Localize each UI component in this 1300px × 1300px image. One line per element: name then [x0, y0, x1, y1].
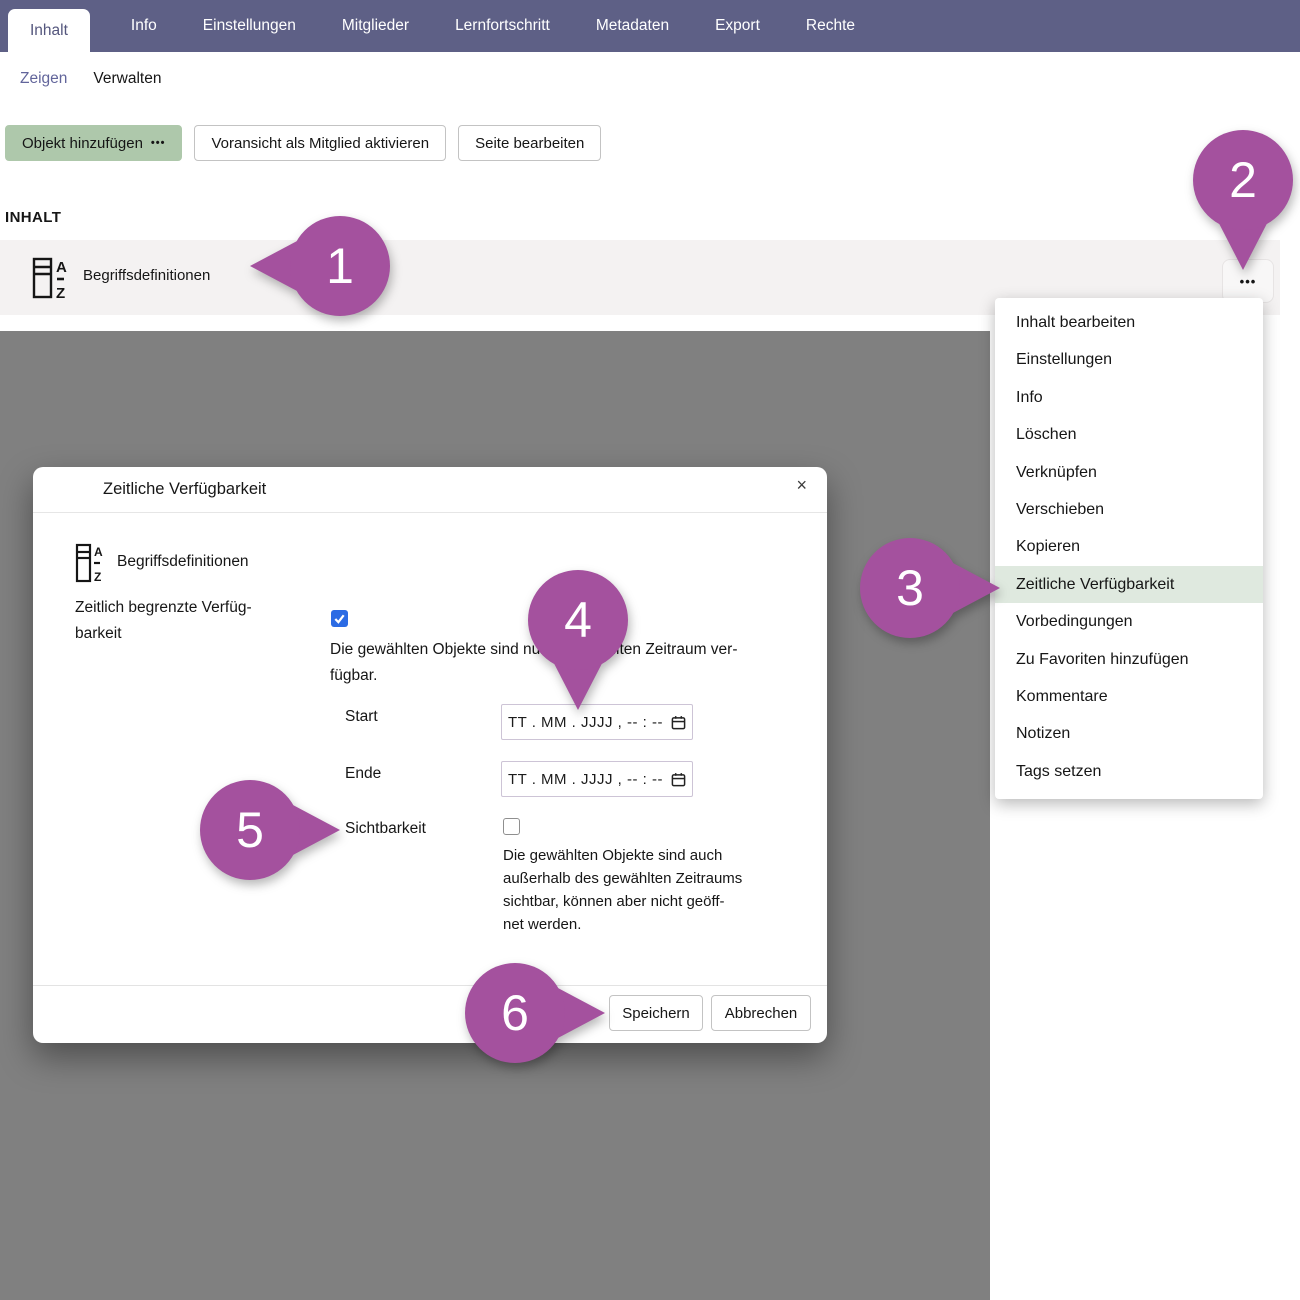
svg-text:A: A	[94, 545, 103, 559]
availability-modal: Zeitliche Verfügbarkeit × A Z Begriffsde…	[33, 467, 827, 1043]
svg-text:A: A	[56, 259, 67, 276]
visibility-label: Sichtbarkeit	[345, 820, 426, 838]
modal-footer: Speichern Abbrechen	[33, 985, 827, 1044]
save-button[interactable]: Speichern	[609, 995, 703, 1031]
menu-item-verknuepfen[interactable]: Verknüpfen	[995, 454, 1263, 491]
modal-title: Zeitliche Verfügbarkeit	[103, 480, 266, 499]
cancel-button[interactable]: Abbrechen	[711, 995, 811, 1031]
visibility-caption: Die gewählten Objekte sind auch außerhal…	[503, 844, 742, 936]
tab-inhalt[interactable]: Inhalt	[8, 9, 90, 52]
availability-caption: Die gewählten Objekte sind nur im gewähl…	[330, 637, 738, 689]
page: Inhalt Info Einstellungen Mitglieder Ler…	[0, 0, 1300, 1300]
menu-item-zeitliche-verfuegbarkeit[interactable]: Zeitliche Verfügbarkeit	[995, 566, 1263, 603]
ellipsis-icon: •••	[1240, 274, 1257, 289]
menu-item-info[interactable]: Info	[995, 379, 1263, 416]
calendar-icon	[671, 772, 686, 787]
ellipsis-icon: •••	[151, 137, 166, 149]
tab-lernfortschritt[interactable]: Lernfortschritt	[432, 0, 573, 52]
content-section-title: INHALT	[5, 209, 61, 226]
close-icon[interactable]: ×	[796, 476, 807, 494]
availability-field-label: Zeitlich begrenzte Verfüg- barkeit	[75, 595, 252, 647]
sub-nav: Zeigen Verwalten	[20, 70, 161, 88]
menu-item-kopieren[interactable]: Kopieren	[995, 528, 1263, 565]
tab-metadaten[interactable]: Metadaten	[573, 0, 692, 52]
modal-object-name: Begriffsdefinitionen	[117, 553, 249, 571]
ende-label: Ende	[345, 765, 381, 783]
menu-item-kommentare[interactable]: Kommentare	[995, 678, 1263, 715]
svg-text:Z: Z	[94, 570, 101, 584]
tab-einstellungen[interactable]: Einstellungen	[180, 0, 319, 52]
list-item-title-link[interactable]: Begriffsdefinitionen	[83, 267, 210, 284]
menu-item-notizen[interactable]: Notizen	[995, 715, 1263, 752]
svg-text:2: 2	[1229, 152, 1257, 208]
menu-item-tags-setzen[interactable]: Tags setzen	[995, 753, 1263, 790]
menu-item-einstellungen[interactable]: Einstellungen	[995, 341, 1263, 378]
tab-mitglieder[interactable]: Mitglieder	[319, 0, 432, 52]
menu-item-zu-favoriten[interactable]: Zu Favoriten hinzufügen	[995, 641, 1263, 678]
visibility-checkbox[interactable]	[503, 818, 520, 835]
calendar-icon	[671, 715, 686, 730]
add-object-label: Objekt hinzufügen	[22, 135, 143, 152]
availability-checkbox[interactable]	[331, 610, 348, 627]
glossary-icon: A Z	[32, 255, 76, 305]
modal-header: Zeitliche Verfügbarkeit ×	[33, 467, 827, 513]
menu-item-verschieben[interactable]: Verschieben	[995, 491, 1263, 528]
menu-item-vorbedingungen[interactable]: Vorbedingungen	[995, 603, 1263, 640]
item-actions-menu: Inhalt bearbeiten Einstellungen Info Lös…	[995, 298, 1263, 799]
tab-info[interactable]: Info	[108, 0, 180, 52]
toolbar: Objekt hinzufügen ••• Voransicht als Mit…	[5, 125, 601, 161]
add-object-button[interactable]: Objekt hinzufügen •••	[5, 125, 182, 161]
subnav-verwalten-link[interactable]: Verwalten	[93, 70, 161, 88]
check-icon	[333, 612, 346, 625]
preview-as-member-button[interactable]: Voransicht als Mitglied aktivieren	[194, 125, 446, 161]
start-datetime-input[interactable]: TT . MM . JJJJ , -- : --	[501, 704, 693, 740]
menu-item-loeschen[interactable]: Löschen	[995, 416, 1263, 453]
tab-export[interactable]: Export	[692, 0, 783, 52]
top-tab-bar: Inhalt Info Einstellungen Mitglieder Ler…	[0, 0, 1300, 52]
edit-page-button[interactable]: Seite bearbeiten	[458, 125, 601, 161]
subnav-zeigen-link[interactable]: Zeigen	[20, 70, 67, 88]
menu-item-inhalt-bearbeiten[interactable]: Inhalt bearbeiten	[995, 304, 1263, 341]
glossary-icon: A Z	[75, 541, 105, 589]
ende-datetime-input[interactable]: TT . MM . JJJJ , -- : --	[501, 761, 693, 797]
start-label: Start	[345, 708, 378, 726]
svg-text:Z: Z	[56, 285, 65, 301]
item-actions-button[interactable]: •••	[1222, 259, 1274, 303]
tab-rechte[interactable]: Rechte	[783, 0, 878, 52]
